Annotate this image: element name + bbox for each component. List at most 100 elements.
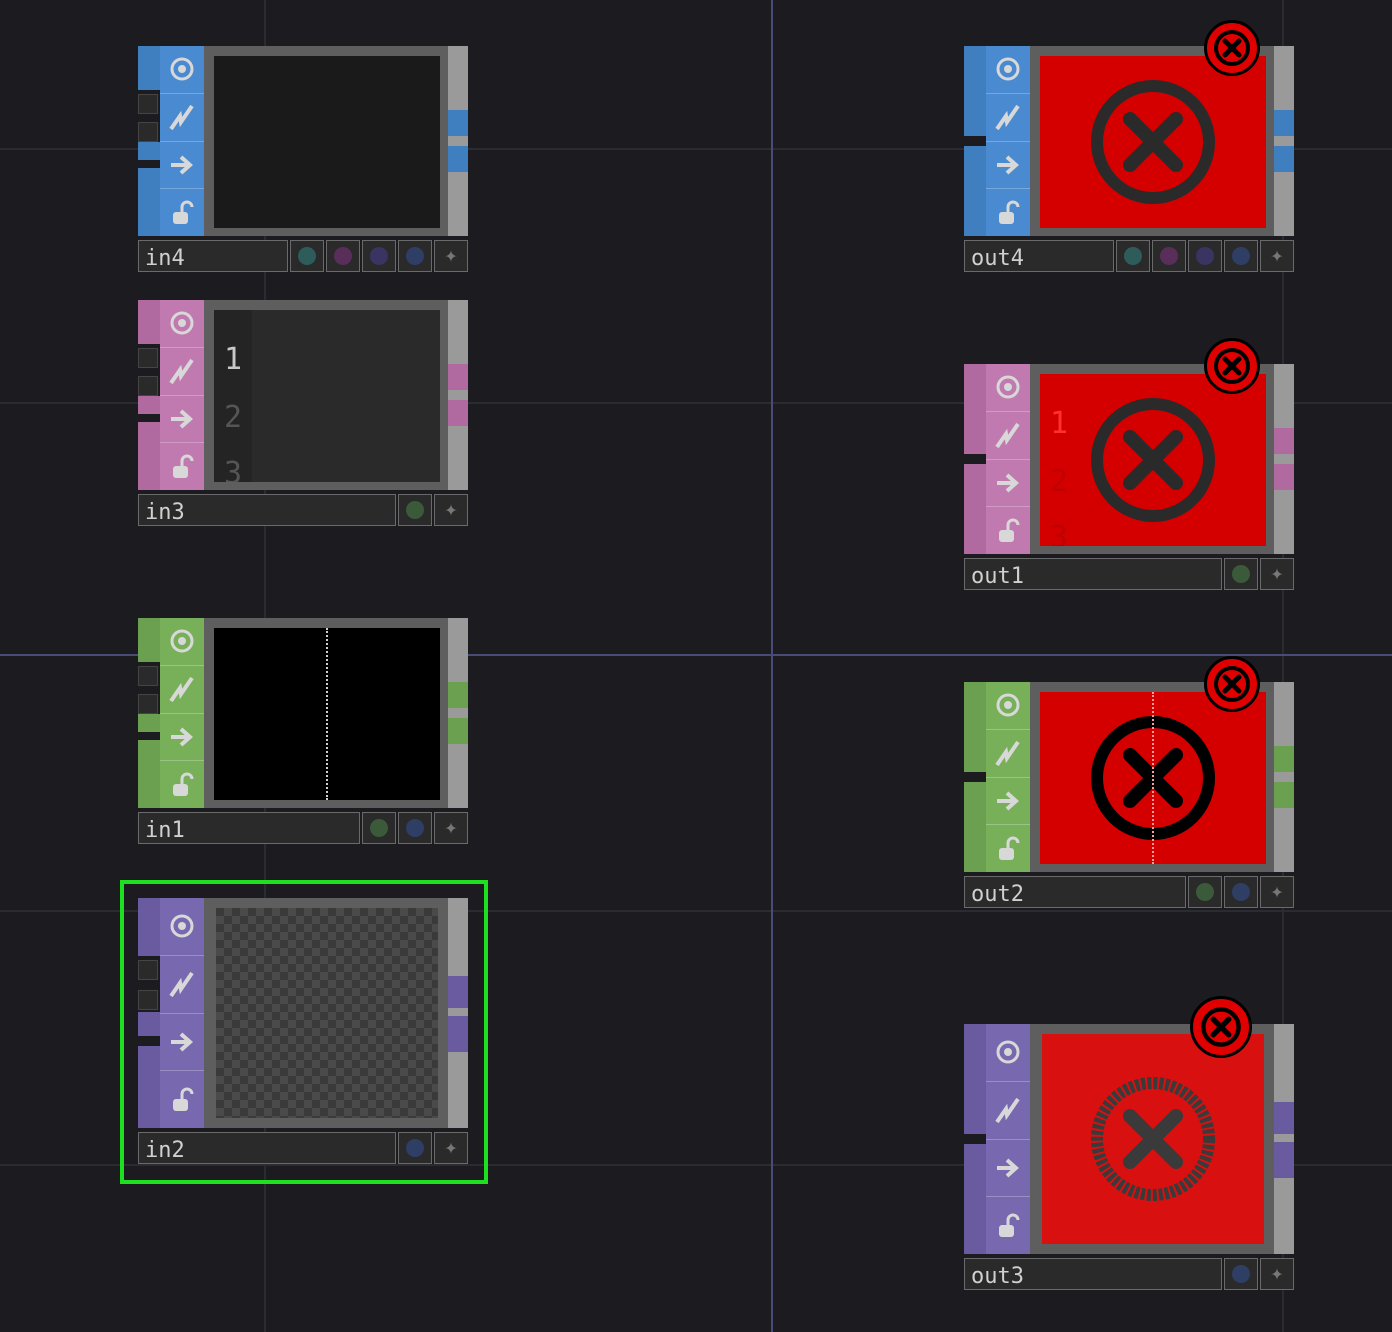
cook-flag-button[interactable]	[160, 348, 204, 396]
viewer-flag-button[interactable]	[986, 364, 1030, 412]
bypass-flag-button[interactable]	[986, 460, 1030, 508]
status-chip[interactable]	[1224, 1258, 1258, 1290]
operator-node-out4[interactable]: out4 ✦	[964, 20, 1296, 276]
input-connector-strip[interactable]	[138, 46, 160, 236]
status-chip[interactable]	[1116, 240, 1150, 272]
operator-node-out2[interactable]: out2 ✦	[964, 656, 1296, 912]
lock-flag-button[interactable]	[986, 1197, 1030, 1254]
node-name[interactable]: in1	[138, 812, 360, 844]
lock-flag-button[interactable]	[160, 1071, 204, 1128]
output-plug[interactable]	[448, 718, 468, 744]
output-plug[interactable]	[448, 976, 468, 1008]
output-plug[interactable]	[448, 364, 468, 390]
viewer-flag-button[interactable]	[160, 300, 204, 348]
viewer-flag-button[interactable]	[160, 898, 204, 956]
status-chip[interactable]	[1188, 876, 1222, 908]
operator-node-in1[interactable]: in1 ✦	[138, 618, 470, 848]
lock-flag-button[interactable]	[160, 761, 204, 808]
input-connector-strip[interactable]	[964, 46, 986, 236]
cook-flag-button[interactable]	[160, 956, 204, 1014]
viewer-flag-button[interactable]	[160, 618, 204, 666]
input-connector-strip[interactable]	[964, 364, 986, 554]
input-plug[interactable]	[138, 348, 158, 368]
bypass-flag-button[interactable]	[986, 142, 1030, 190]
status-chip[interactable]	[362, 812, 396, 844]
viewer-flag-button[interactable]	[986, 1024, 1030, 1082]
plus-button[interactable]: ✦	[1260, 240, 1294, 272]
error-badge[interactable]	[1204, 656, 1260, 712]
output-plug[interactable]	[448, 1016, 468, 1052]
cook-flag-button[interactable]	[986, 94, 1030, 142]
operator-node-in3[interactable]: 1 2 3 in3 ✦	[138, 300, 470, 530]
input-connector-strip[interactable]	[138, 618, 160, 808]
status-chip[interactable]	[1224, 240, 1258, 272]
input-connector-strip[interactable]	[138, 300, 160, 490]
input-plug[interactable]	[138, 960, 158, 980]
operator-node-out1[interactable]: 1 2 3 out1 ✦	[964, 338, 1296, 594]
output-plug[interactable]	[448, 146, 468, 172]
node-name[interactable]: out1	[964, 558, 1222, 590]
bypass-flag-button[interactable]	[986, 778, 1030, 826]
viewer-flag-button[interactable]	[986, 682, 1030, 730]
viewer-flag-button[interactable]	[986, 46, 1030, 94]
input-plug[interactable]	[138, 122, 158, 142]
output-plug[interactable]	[448, 682, 468, 708]
node-viewer[interactable]	[216, 908, 438, 1118]
status-chip[interactable]	[398, 494, 432, 526]
error-badge[interactable]	[1190, 996, 1252, 1058]
node-name[interactable]: in4	[138, 240, 288, 272]
status-chip[interactable]	[362, 240, 396, 272]
status-chip[interactable]	[1224, 876, 1258, 908]
plus-button[interactable]: ✦	[434, 1132, 468, 1164]
error-badge[interactable]	[1204, 20, 1260, 76]
plus-button[interactable]: ✦	[434, 812, 468, 844]
node-viewer[interactable]: 1 2 3	[214, 310, 440, 482]
operator-node-in4[interactable]: in4 ✦	[138, 46, 470, 276]
input-plug[interactable]	[138, 376, 158, 396]
output-plug[interactable]	[1274, 1142, 1294, 1178]
bypass-flag-button[interactable]	[160, 714, 204, 762]
cook-flag-button[interactable]	[986, 412, 1030, 460]
input-plug[interactable]	[138, 990, 158, 1010]
cook-flag-button[interactable]	[160, 666, 204, 714]
output-plug[interactable]	[1274, 428, 1294, 454]
node-name[interactable]: in3	[138, 494, 396, 526]
node-viewer[interactable]	[1040, 56, 1266, 228]
plus-button[interactable]: ✦	[434, 240, 468, 272]
input-connector-strip[interactable]	[964, 682, 986, 872]
operator-node-out3[interactable]: out3 ✦	[964, 996, 1296, 1294]
input-connector-strip[interactable]	[138, 898, 160, 1128]
node-viewer[interactable]	[214, 56, 440, 228]
output-plug[interactable]	[448, 400, 468, 426]
viewer-flag-button[interactable]	[160, 46, 204, 94]
cook-flag-button[interactable]	[160, 94, 204, 142]
node-viewer[interactable]	[1040, 692, 1266, 864]
bypass-flag-button[interactable]	[986, 1140, 1030, 1198]
output-plug[interactable]	[1274, 464, 1294, 490]
plus-button[interactable]: ✦	[1260, 876, 1294, 908]
node-name[interactable]: out3	[964, 1258, 1222, 1290]
status-chip[interactable]	[398, 240, 432, 272]
node-name[interactable]: out4	[964, 240, 1114, 272]
status-chip[interactable]	[1152, 240, 1186, 272]
output-plug[interactable]	[1274, 110, 1294, 136]
output-plug[interactable]	[1274, 746, 1294, 772]
status-chip[interactable]	[1188, 240, 1222, 272]
input-plug[interactable]	[138, 94, 158, 114]
status-chip[interactable]	[1224, 558, 1258, 590]
bypass-flag-button[interactable]	[160, 142, 204, 190]
node-viewer[interactable]	[214, 628, 440, 800]
output-plug[interactable]	[448, 110, 468, 136]
lock-flag-button[interactable]	[986, 507, 1030, 554]
input-plug[interactable]	[138, 694, 158, 714]
plus-button[interactable]: ✦	[434, 494, 468, 526]
lock-flag-button[interactable]	[160, 189, 204, 236]
node-viewer[interactable]	[1042, 1034, 1264, 1244]
node-name[interactable]: in2	[138, 1132, 396, 1164]
error-badge[interactable]	[1204, 338, 1260, 394]
status-chip[interactable]	[398, 812, 432, 844]
lock-flag-button[interactable]	[986, 825, 1030, 872]
bypass-flag-button[interactable]	[160, 1014, 204, 1072]
status-chip[interactable]	[398, 1132, 432, 1164]
cook-flag-button[interactable]	[986, 1082, 1030, 1140]
